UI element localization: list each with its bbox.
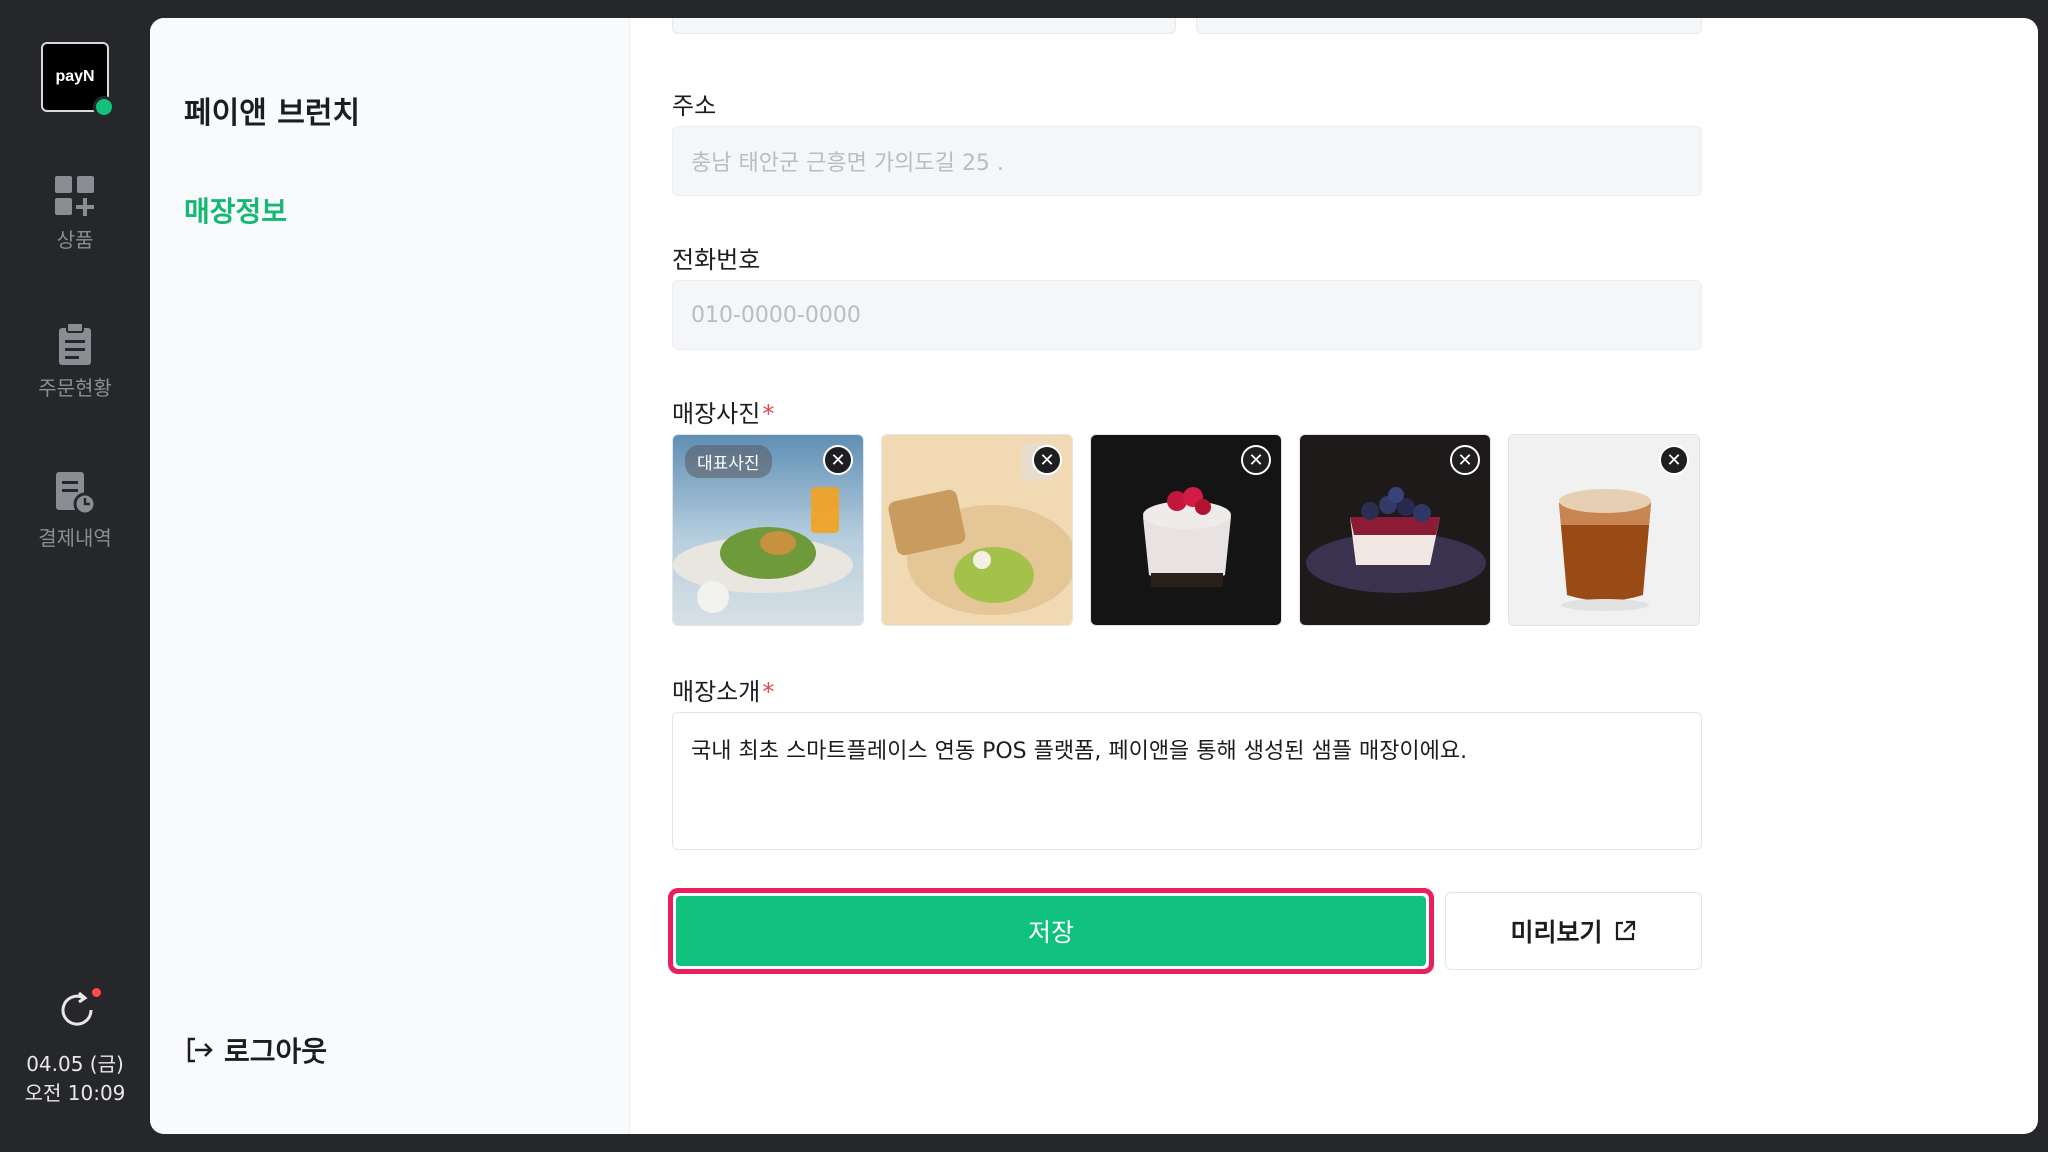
phone-placeholder: 010-0000-0000 xyxy=(691,302,861,328)
current-time: 오전 10:09 xyxy=(24,1081,126,1105)
rail-item-products[interactable]: 상품 xyxy=(0,174,150,253)
address-input[interactable]: 충남 태안군 근흥면 가의도길 25 . xyxy=(672,126,1702,196)
required-mark: * xyxy=(762,678,775,706)
clipped-field-left[interactable] xyxy=(672,18,1176,34)
intro-label: 매장소개* xyxy=(672,672,774,707)
store-photo[interactable]: ✕ xyxy=(1299,434,1491,626)
save-label: 저장 xyxy=(1027,918,1074,947)
clipped-fields-above xyxy=(672,18,1702,36)
subnav-item-store-info[interactable]: 매장정보 xyxy=(184,190,287,230)
preview-button[interactable]: 미리보기 xyxy=(1445,892,1702,970)
receipt-clock-icon xyxy=(56,472,97,516)
rail-item-label: 상품 xyxy=(56,228,94,252)
preview-label: 미리보기 xyxy=(1510,918,1603,947)
main-photo-badge: 대표사진 xyxy=(685,445,772,478)
side-rail: payN 상품 주문현황 결제내역 04.05 (금) 오전 10:09 xyxy=(0,0,150,1152)
store-intro-textarea[interactable]: 국내 최초 스마트플레이스 연동 POS 플랫폼, 페이앤을 통해 생성된 샘플… xyxy=(672,712,1702,850)
clipboard-icon xyxy=(59,322,91,365)
remove-photo-button[interactable]: ✕ xyxy=(1659,445,1689,475)
address-label: 주소 xyxy=(672,92,717,120)
clock-display: 04.05 (금) 오전 10:09 xyxy=(0,1050,150,1108)
required-mark: * xyxy=(762,400,775,428)
photo-gallery: 대표사진 ✕ ✕ ✕ ✕ ✕ xyxy=(672,434,1702,626)
logout-icon xyxy=(187,1037,213,1063)
store-photo[interactable]: ✕ xyxy=(1508,434,1700,626)
rail-item-label: 주문현황 xyxy=(38,376,112,400)
logout-button[interactable]: 로그아웃 xyxy=(184,1030,327,1070)
main-panel: 페이앤 브런치 매장정보 로그아웃 주소 충남 태안군 근흥면 가의도길 25 … xyxy=(150,18,2038,1134)
rail-item-label: 결제내역 xyxy=(38,526,112,550)
rail-item-payments[interactable]: 결제내역 xyxy=(0,470,150,551)
phone-input[interactable]: 010-0000-0000 xyxy=(672,280,1702,350)
store-intro-value: 국내 최초 스마트플레이스 연동 POS 플랫폼, 페이앤을 통해 생성된 샘플… xyxy=(691,739,1468,764)
store-photo[interactable]: ✕ xyxy=(1090,434,1282,626)
logout-label: 로그아웃 xyxy=(224,1035,328,1068)
rail-item-orders[interactable]: 주문현황 xyxy=(0,322,150,401)
clipped-field-right[interactable] xyxy=(1196,18,1702,34)
store-photo[interactable]: ✕ xyxy=(881,434,1073,626)
remove-photo-button[interactable]: ✕ xyxy=(1032,445,1062,475)
refresh-icon xyxy=(61,991,93,1026)
store-name: 페이앤 브런치 xyxy=(184,96,361,131)
remove-photo-button[interactable]: ✕ xyxy=(823,445,853,475)
remove-photo-button[interactable]: ✕ xyxy=(1450,445,1480,475)
grid-plus-icon xyxy=(55,176,94,216)
photos-label: 매장사진* xyxy=(672,394,774,429)
address-placeholder: 충남 태안군 근흥면 가의도길 25 . xyxy=(691,151,1004,176)
notification-dot xyxy=(92,988,101,997)
external-link-icon xyxy=(1615,920,1635,941)
sub-navigation: 페이앤 브런치 매장정보 로그아웃 xyxy=(150,18,630,1134)
save-button[interactable]: 저장 xyxy=(676,896,1426,966)
intro-label-text: 매장소개 xyxy=(672,678,761,706)
phone-label: 전화번호 xyxy=(672,246,761,274)
store-photo[interactable]: 대표사진 ✕ xyxy=(672,434,864,626)
payn-logo: payN xyxy=(41,42,115,118)
refresh-button[interactable] xyxy=(57,988,101,1030)
logo-text: payN xyxy=(55,68,95,85)
save-button-highlight: 저장 xyxy=(668,888,1434,974)
remove-photo-button[interactable]: ✕ xyxy=(1241,445,1271,475)
photos-label-text: 매장사진 xyxy=(672,400,761,428)
current-date: 04.05 (금) xyxy=(26,1052,124,1076)
online-status-dot xyxy=(93,96,115,118)
